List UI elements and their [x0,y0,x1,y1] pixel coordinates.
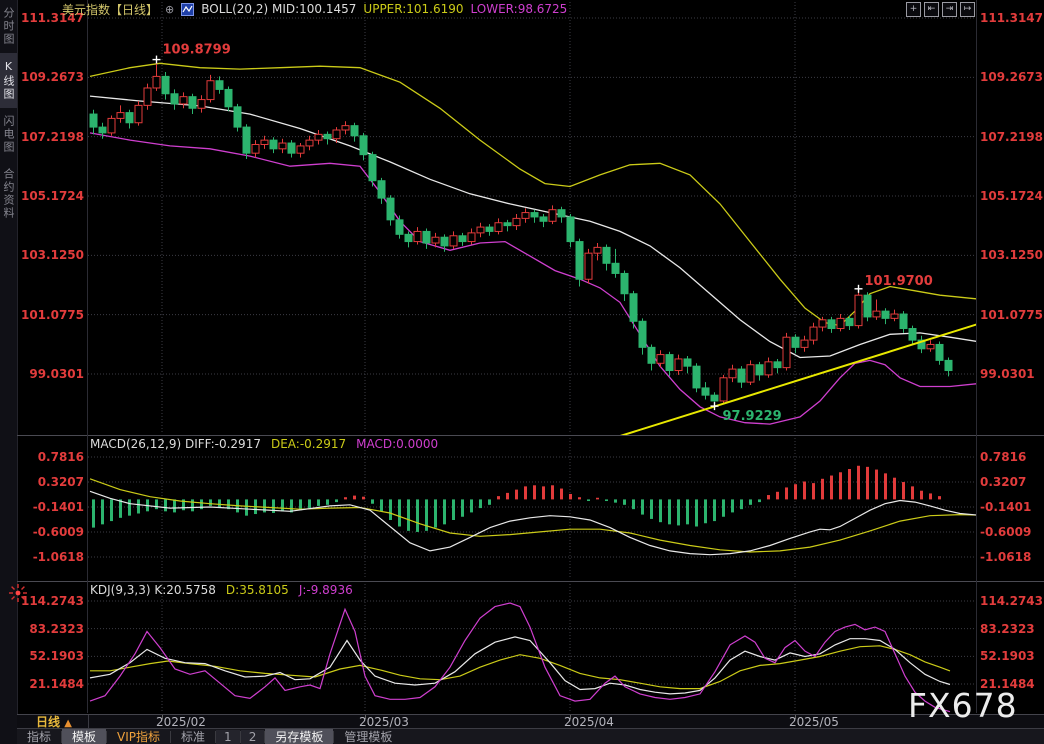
y-axis-label: 0.3207 [980,475,1042,489]
y-axis-label: -1.0618 [980,550,1042,564]
y-axis-label: 83.2323 [18,622,84,636]
toolbar-item-5[interactable]: 1 [216,730,240,744]
y-axis-label: 114.2743 [980,594,1042,608]
y-axis-label: 105.1724 [18,189,84,203]
macd-header: MACD(26,12,9) DIFF:-0.2917 DEA:-0.2917 M… [90,437,438,451]
y-axis-label: 52.1903 [18,649,84,663]
boll-indicator-icon [181,3,194,16]
boll-upper-readout: UPPER:101.6190 [363,2,463,16]
bottom-toolbar: 指标模板VIP指标标准12另存模板管理模板 [17,728,1044,744]
zoom-out-icon[interactable]: ⇤ [924,2,939,17]
y-axis-label: 107.2198 [18,130,84,144]
left-sidebar: 分时图K线图闪电图合约资料 [0,0,18,744]
toolbar-item-3[interactable]: VIP指标 [107,729,170,744]
scroll-right-icon[interactable]: ↦ [960,2,975,17]
macd-diff-readout: MACD(26,12,9) DIFF:-0.2917 [90,437,261,451]
y-axis-label: 52.1903 [980,649,1042,663]
y-axis-label: -1.0618 [18,550,84,564]
zoom-in-icon[interactable]: ⇥ [942,2,957,17]
kdj-header: KDJ(9,3,3) K:20.5758 D:35.8105 J:-9.8936 [90,583,353,597]
watermark: FX678 [908,686,1018,725]
symbol-title: 美元指数【日线】 [62,1,158,18]
y-axis-label: 105.1724 [980,189,1042,203]
sidebar-tab-3[interactable]: 闪电图 [0,108,17,161]
boll-lower-readout: LOWER:98.6725 [471,2,568,16]
y-axis-label: 99.0301 [18,367,84,381]
sidebar-tab-1[interactable]: 分时图 [0,0,17,53]
sidebar-tab-2[interactable]: K线图 [0,53,17,108]
y-axis-label: -0.1401 [18,500,84,514]
svg-text:97.9229: 97.9229 [723,409,782,424]
toolbar-item-4[interactable]: 标准 [171,729,215,744]
y-axis-label: 101.0775 [980,308,1042,322]
plot-left-border [87,0,88,713]
chart-header: 美元指数【日线】 ⊕ BOLL(20,2) MID:100.1457 UPPER… [62,1,567,17]
y-axis-label: -0.6009 [980,525,1042,539]
kdj-chart[interactable] [88,582,976,714]
y-axis-label: 21.1484 [18,677,84,691]
panel-divider-1 [17,435,1044,436]
candlestick-chart[interactable]: 109.8799 101.9700 97.9229 [88,0,976,436]
kdj-j-readout: J:-9.8936 [299,583,353,597]
y-axis-label: 99.0301 [980,367,1042,381]
y-axis-label: 111.3147 [980,11,1042,25]
y-axis-label: 103.1250 [980,248,1042,262]
y-axis-label: 109.2673 [18,70,84,84]
y-axis-label: 107.2198 [980,130,1042,144]
xaxis-bar: 日线 ▲ 2025/022025/032025/042025/05 [17,714,1044,729]
y-axis-label: 0.7816 [980,450,1042,464]
chart-toolbar: +⇤⇥↦ [906,2,975,17]
svg-text:109.8799: 109.8799 [163,43,231,58]
sidebar-tab-4[interactable]: 合约资料 [0,161,17,227]
macd-hist-readout: MACD:0.0000 [356,437,438,451]
macd-dea-readout: DEA:-0.2917 [271,437,346,451]
y-axis-label: -0.6009 [18,525,84,539]
y-axis-label: 114.2743 [18,594,84,608]
y-axis-label: -0.1401 [980,500,1042,514]
trading-app: 分时图K线图闪电图合约资料 美元指数【日线】 ⊕ BOLL(20,2) MID:… [0,0,1044,744]
toolbar-item-8[interactable]: 管理模板 [334,729,402,744]
kdj-k-readout: KDJ(9,3,3) K:20.5758 [90,583,216,597]
boll-mid-readout: BOLL(20,2) MID:100.1457 [201,2,356,16]
kdj-d-readout: D:35.8105 [226,583,289,597]
y-axis-label: 103.1250 [18,248,84,262]
y-axis-label: 109.2673 [980,70,1042,84]
y-axis-label: 0.3207 [18,475,84,489]
toolbar-item-7[interactable]: 另存模板 [265,729,333,744]
panel-divider-2 [17,581,1044,582]
plot-right-border [976,0,977,713]
macd-chart[interactable] [88,436,976,580]
svg-text:101.9700: 101.9700 [865,274,933,289]
indicator-settings-icon[interactable]: ⊕ [165,3,174,16]
toolbar-item-2[interactable]: 模板 [62,729,106,744]
y-axis-label: 101.0775 [18,308,84,322]
y-axis-label: 0.7816 [18,450,84,464]
toolbar-item-6[interactable]: 2 [241,730,265,744]
crosshair-icon[interactable]: + [906,2,921,17]
period-selector[interactable]: 日线 ▲ [20,715,89,729]
y-axis-label: 83.2323 [980,622,1042,636]
period-label: 日线 [36,715,60,729]
toolbar-item-1[interactable]: 指标 [17,729,61,744]
